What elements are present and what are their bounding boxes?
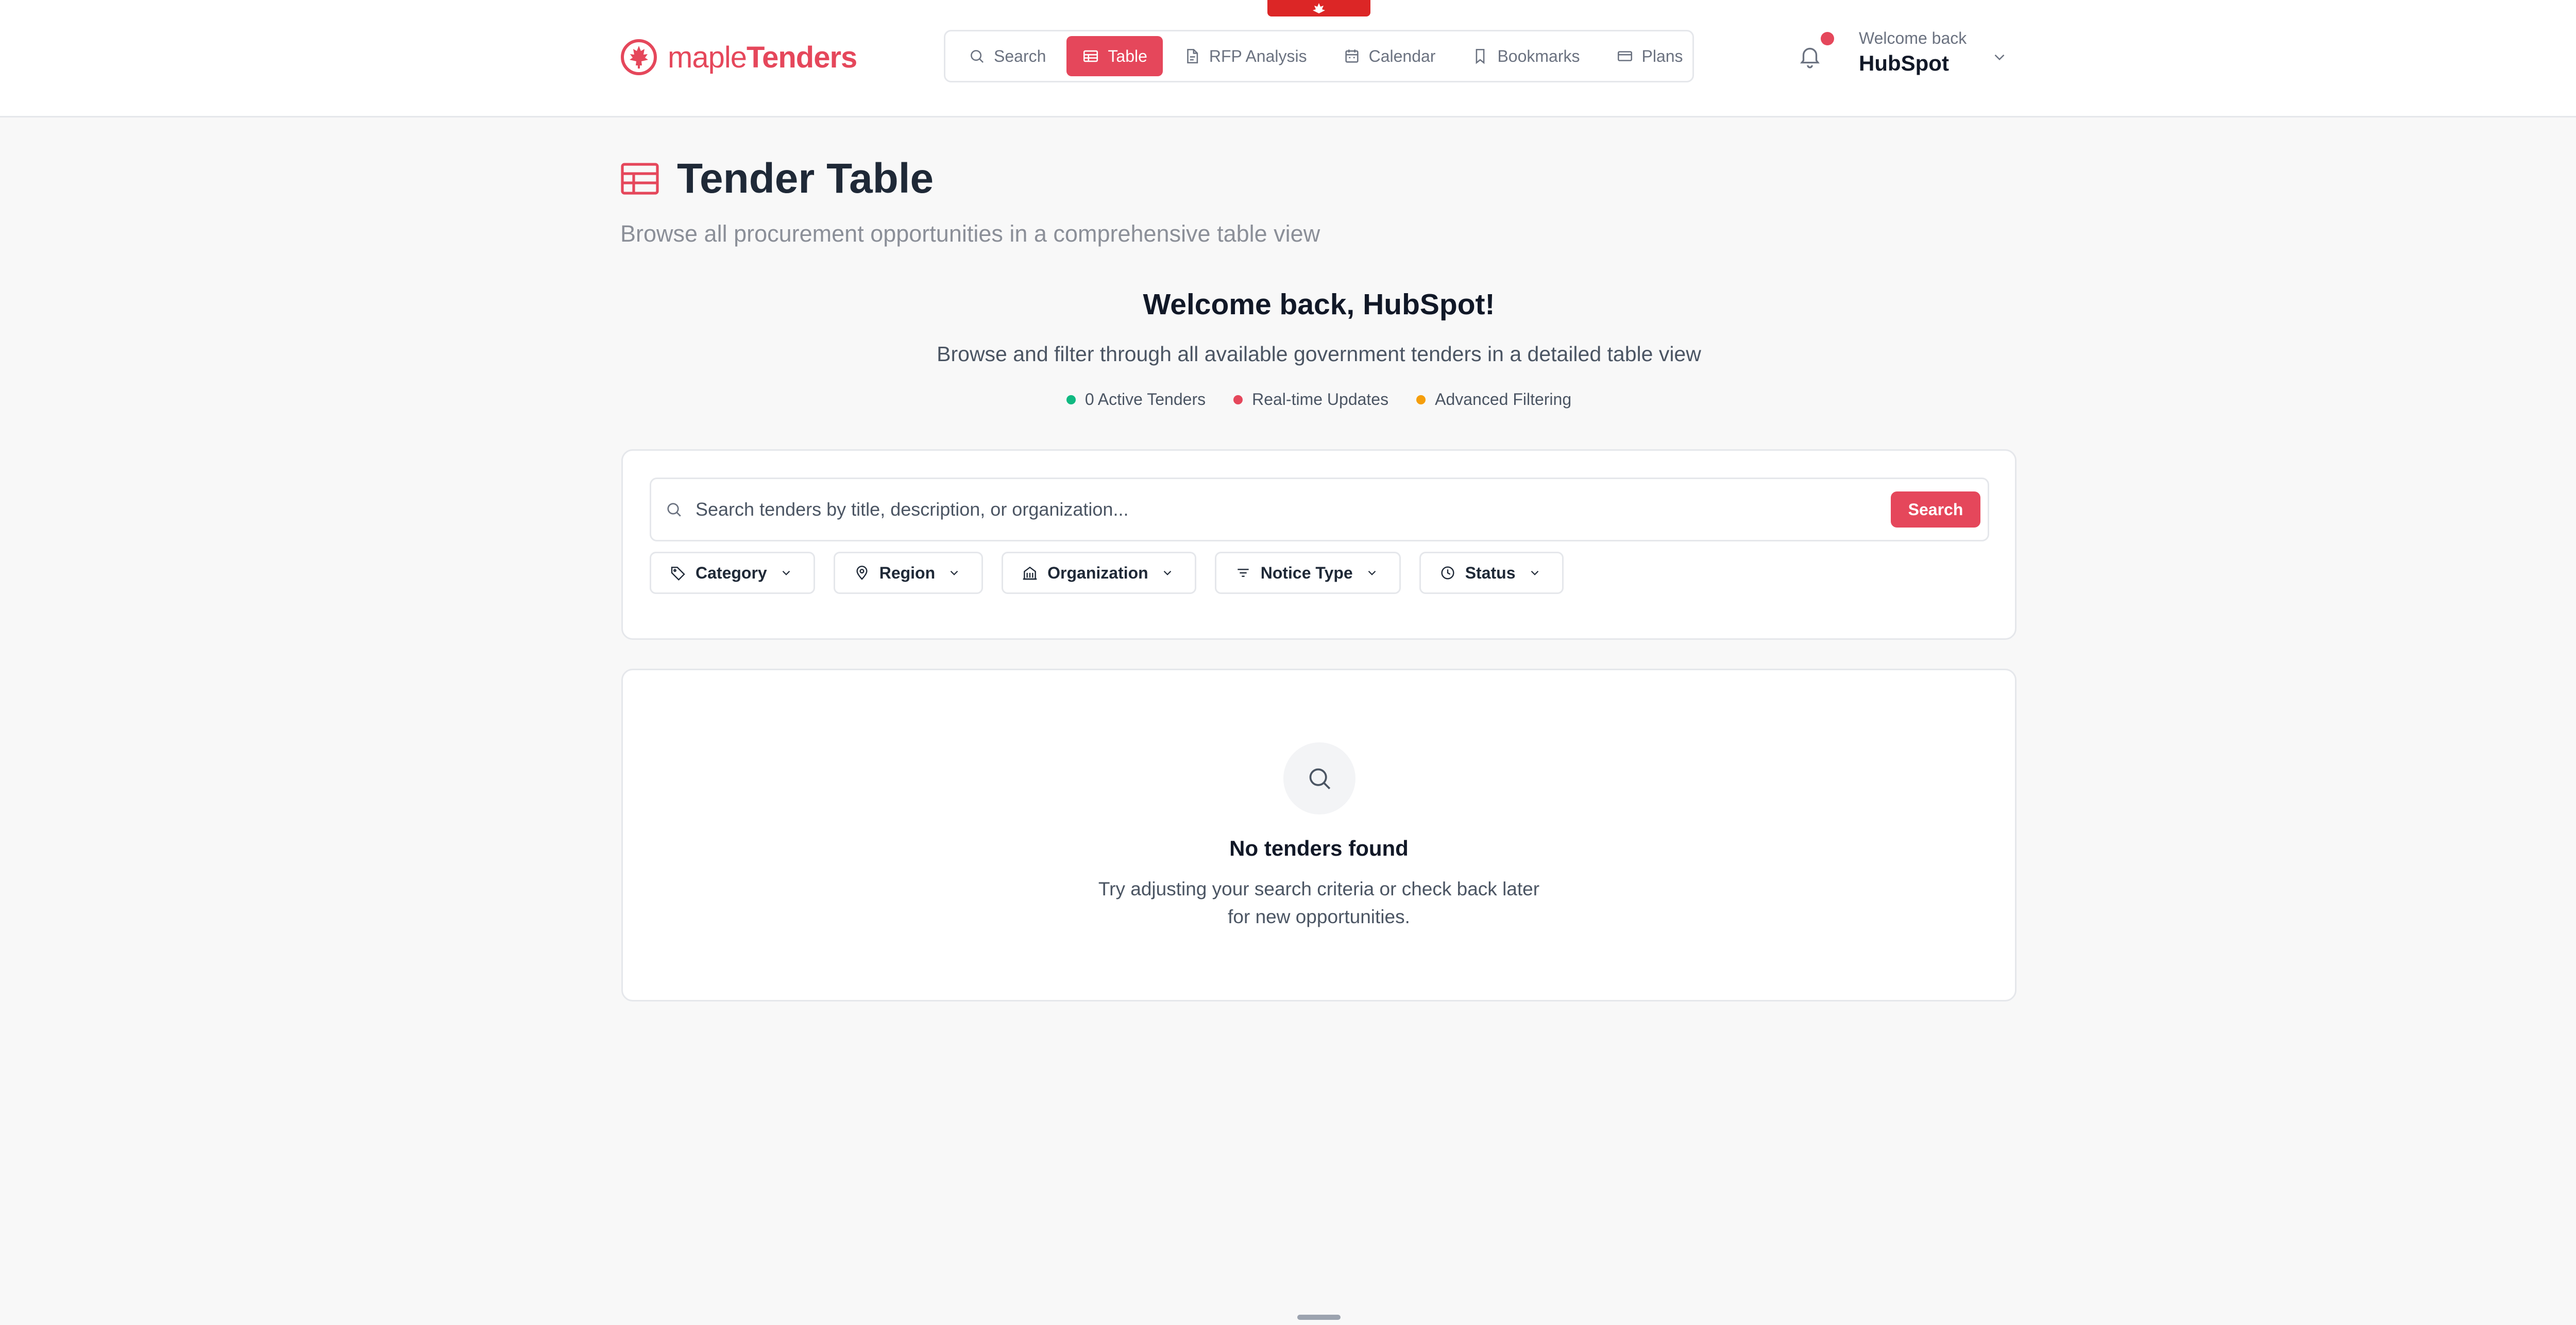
maple-leaf-logo-icon [621,39,657,75]
nav-item-label: RFP Analysis [1209,46,1307,65]
search-input[interactable] [696,499,1891,520]
search-panel: Search Category Region Organization Noti… [621,449,2016,640]
nav-item-bookmarks[interactable]: Bookmarks [1456,36,1595,76]
user-menu[interactable]: Welcome back HubSpot [1859,29,1967,76]
calendar-icon [1345,49,1359,63]
user-name: HubSpot [1859,51,1949,75]
filter-label: Category [696,563,767,582]
building-icon [1023,566,1037,580]
feature-active-tenders: 0 Active Tenders [1066,390,1206,409]
status-dot [1066,395,1076,404]
nav-item-label: Plans [1641,46,1683,65]
brand-name: mapleTenders [668,40,857,75]
welcome-title: Welcome back, HubSpot! [1143,288,1495,321]
filter-bar: Category Region Organization Notice Type… [650,552,1564,594]
filter-region[interactable]: Region [833,552,984,594]
credit-card-icon [1617,51,1632,61]
nav-item-label: Calendar [1368,46,1436,65]
page-header: Tender Table [620,155,934,203]
nav-item-plans[interactable]: Plans [1601,36,1699,76]
nav-item-search[interactable]: Search [953,36,1061,76]
chevron-down-icon [950,570,958,575]
search-icon [971,50,984,63]
table-icon [621,163,659,195]
filter-status[interactable]: Status [1419,552,1564,594]
chevron-down-icon [1531,570,1538,575]
nav-item-rfp-analysis[interactable]: RFP Analysis [1168,36,1323,76]
brand-suffix: Tenders [746,40,857,74]
feature-advanced-filtering: Advanced Filtering [1416,390,1571,409]
status-dot [1416,395,1426,404]
feature-label: Advanced Filtering [1435,390,1572,409]
clock-icon [1441,566,1454,580]
maple-leaf-icon [1313,3,1325,13]
search-icon [667,503,681,517]
user-greeting: Welcome back [1859,29,1967,47]
empty-state-message: Try adjusting your search criteria or ch… [1098,878,1540,927]
filter-notice-type[interactable]: Notice Type [1214,552,1401,594]
map-pin-icon [856,566,868,580]
chevron-down-icon [1163,570,1171,575]
page-title: Tender Table [677,155,934,202]
nav-item-label: Table [1108,46,1147,65]
page-subtitle: Browse all procurement opportunities in … [620,220,1320,247]
bookmark-icon [1476,48,1485,64]
chevron-down-icon[interactable] [1991,48,2008,66]
filter-category[interactable]: Category [650,552,815,594]
nav-item-label: Search [994,46,1046,65]
top-navigation-bar: mapleTenders Search Table RFP Analysis C… [0,0,2576,117]
chevron-down-icon [1368,570,1376,575]
tag-icon [671,567,685,581]
search-button[interactable]: Search [1891,491,1980,528]
feature-label: Real-time Updates [1252,390,1389,409]
collapse-handle[interactable] [1267,0,1370,16]
status-dot [1233,395,1243,404]
search-icon [1309,768,1331,790]
home-indicator[interactable] [1297,1315,1341,1320]
nav-item-table[interactable]: Table [1066,36,1163,76]
main-nav: Search Table RFP Analysis Calendar Bookm… [944,30,1694,82]
filter-label: Status [1465,563,1516,582]
brand-logo[interactable]: mapleTenders [620,37,857,77]
nav-item-calendar[interactable]: Calendar [1328,36,1451,76]
empty-state-icon [1283,742,1355,814]
nav-item-label: Bookmarks [1497,46,1580,65]
brand-prefix: maple [668,40,747,74]
feature-list: 0 Active Tenders Real-time Updates Advan… [0,390,2576,409]
feature-label: 0 Active Tenders [1084,390,1206,409]
feature-realtime-updates: Real-time Updates [1233,390,1388,409]
filter-label: Organization [1047,563,1148,582]
filter-icon [1238,569,1249,577]
document-icon [1187,48,1198,64]
empty-state-title: No tenders found [1229,836,1409,860]
notification-badge [1821,32,1834,45]
results-panel: No tenders found Try adjusting your sear… [621,669,2016,1001]
table-icon [1083,50,1098,62]
chevron-down-icon [782,570,790,575]
welcome-subtitle: Browse and filter through all available … [937,342,1701,366]
filter-label: Region [879,563,936,582]
filter-label: Notice Type [1260,563,1353,582]
search-bar: Search [650,478,1989,541]
filter-organization[interactable]: Organization [1002,552,1196,594]
notification-bell-icon[interactable] [1797,43,1823,69]
